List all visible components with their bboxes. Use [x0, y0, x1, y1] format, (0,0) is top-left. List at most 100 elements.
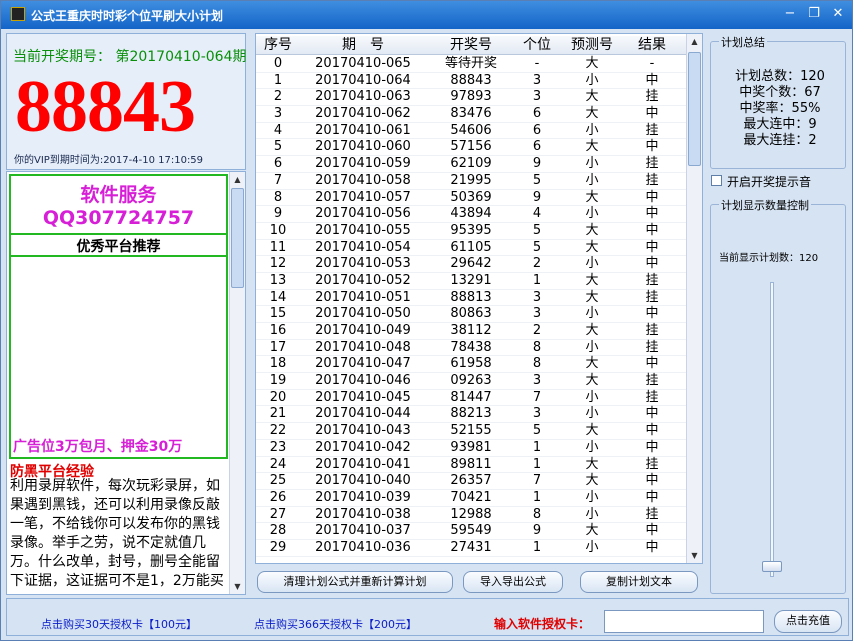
- table-row[interactable]: 0 20170410-065 等待开奖 - 大 -: [256, 56, 686, 73]
- cell-prediction: 小: [585, 206, 599, 222]
- table-row[interactable]: 18 20170410-047 61958 8 大 中: [256, 356, 686, 374]
- count-slider-thumb[interactable]: [762, 561, 782, 572]
- cell-prediction: 大: [585, 106, 599, 122]
- cell-prediction: 小: [585, 172, 599, 188]
- table-row[interactable]: 24 20170410-041 89811 1 大 挂: [256, 457, 686, 474]
- cell-unit: 3: [532, 373, 542, 389]
- table-row[interactable]: 10 20170410-055 95395 5 大 中: [256, 223, 686, 240]
- table-row[interactable]: 17 20170410-048 78438 8 小 挂: [256, 340, 686, 357]
- cell-issue: 20170410-060: [315, 139, 411, 155]
- table-row[interactable]: 1 20170410-064 88843 3 小 中: [256, 73, 686, 90]
- table-row[interactable]: 28 20170410-037 59549 9 大 中: [256, 523, 686, 540]
- col-header-index[interactable]: 序号: [256, 36, 300, 55]
- buy-30-day-link[interactable]: 点击购买30天授权卡【100元】: [41, 616, 197, 632]
- cell-unit: 7: [532, 473, 542, 489]
- cell-index: 19: [269, 373, 287, 389]
- cell-draw: 29642: [450, 256, 492, 272]
- minimize-button[interactable]: −: [781, 6, 799, 22]
- cell-index: 13: [269, 272, 287, 288]
- cell-draw: 21995: [450, 172, 492, 188]
- table-row[interactable]: 15 20170410-050 80863 3 小 中: [256, 306, 686, 323]
- cell-prediction: 大: [585, 239, 599, 255]
- table-scroll-thumb[interactable]: [688, 52, 701, 166]
- notify-checkbox[interactable]: [711, 175, 722, 186]
- copy-plan-button[interactable]: 复制计划文本: [580, 571, 698, 593]
- table-row[interactable]: 26 20170410-039 70421 1 小 中: [256, 490, 686, 507]
- cell-draw: 88843: [450, 72, 492, 88]
- restore-button[interactable]: ❐: [805, 6, 823, 22]
- summary-max-loss: 最大连挂：2: [743, 133, 817, 148]
- cell-index: 18: [269, 356, 287, 372]
- table-row[interactable]: 21 20170410-044 88213 3 小 中: [256, 406, 686, 424]
- cell-issue: 20170410-057: [315, 189, 411, 205]
- cell-issue: 20170410-045: [315, 389, 411, 405]
- table-row[interactable]: 11 20170410-054 61105 5 大 中: [256, 240, 686, 257]
- ad-price: 广告位3万包月、押金30万: [13, 439, 183, 455]
- table-row[interactable]: 9 20170410-056 43894 4 小 中: [256, 206, 686, 223]
- cell-unit: 9: [532, 189, 542, 205]
- table-row[interactable]: 23 20170410-042 93981 1 小 中: [256, 440, 686, 457]
- auth-card-input[interactable]: [604, 610, 764, 633]
- table-row[interactable]: 6 20170410-059 62109 9 小 挂: [256, 156, 686, 173]
- cell-result: 中: [645, 473, 659, 489]
- table-row[interactable]: 7 20170410-058 21995 5 小 挂: [256, 173, 686, 190]
- scroll-up-icon[interactable]: ▲: [230, 172, 245, 187]
- table-row[interactable]: 19 20170410-046 09263 3 大 挂: [256, 373, 686, 390]
- recharge-button[interactable]: 点击充值: [774, 610, 842, 633]
- table-scrollbar[interactable]: ▲ ▼: [686, 34, 702, 563]
- cell-prediction: 小: [585, 72, 599, 88]
- cell-index: 2: [273, 89, 283, 105]
- table-row[interactable]: 5 20170410-060 57156 6 大 中: [256, 139, 686, 157]
- cell-issue: 20170410-054: [315, 239, 411, 255]
- control-title: 计划显示数量控制: [719, 197, 811, 213]
- cell-unit: 5: [532, 222, 542, 238]
- close-button[interactable]: ✕: [829, 6, 847, 22]
- cell-prediction: 大: [585, 473, 599, 489]
- buy-366-day-link[interactable]: 点击购买366天授权卡【200元】: [254, 616, 417, 632]
- table-row[interactable]: 8 20170410-057 50369 9 大 中: [256, 190, 686, 207]
- cell-draw: 83476: [450, 106, 492, 122]
- col-header-unit[interactable]: 个位: [516, 36, 558, 55]
- cell-index: 12: [269, 256, 287, 272]
- table-row[interactable]: 16 20170410-049 38112 2 大 挂: [256, 323, 686, 340]
- table-row[interactable]: 4 20170410-061 54606 6 小 挂: [256, 123, 686, 140]
- cell-unit: 3: [532, 289, 542, 305]
- table-row[interactable]: 20 20170410-045 81447 7 小 挂: [256, 390, 686, 407]
- cell-result: 挂: [645, 89, 659, 105]
- cell-prediction: 大: [585, 189, 599, 205]
- table-row[interactable]: 3 20170410-062 83476 6 大 中: [256, 106, 686, 123]
- cell-prediction: 大: [585, 456, 599, 472]
- ad-scrollbar[interactable]: ▲ ▼: [229, 172, 245, 594]
- cell-prediction: 大: [585, 523, 599, 539]
- cell-unit: 8: [532, 506, 542, 522]
- table-row[interactable]: 13 20170410-052 13291 1 大 挂: [256, 273, 686, 290]
- table-row[interactable]: 25 20170410-040 26357 7 大 中: [256, 473, 686, 490]
- cell-draw: 13291: [450, 272, 492, 288]
- col-header-result[interactable]: 结果: [626, 36, 678, 55]
- draw-number: 88843: [15, 66, 196, 148]
- ad-scroll-thumb[interactable]: [231, 188, 244, 288]
- scroll-down-icon[interactable]: ▼: [230, 579, 245, 594]
- notify-label[interactable]: 开启开奖提示音: [727, 173, 811, 190]
- col-header-issue[interactable]: 期 号: [300, 36, 426, 55]
- count-slider-track[interactable]: [770, 282, 774, 577]
- table-row[interactable]: 12 20170410-053 29642 2 小 中: [256, 256, 686, 273]
- display-count-label: 当前显示计划数：120: [719, 253, 819, 264]
- clear-recalc-button[interactable]: 清理计划公式并重新计算计划: [257, 571, 453, 593]
- cell-index: 5: [273, 139, 283, 155]
- scroll-up-icon[interactable]: ▲: [687, 34, 702, 49]
- table-row[interactable]: 29 20170410-036 27431 1 小 中: [256, 540, 686, 557]
- cell-result: 中: [645, 539, 659, 555]
- table-row[interactable]: 14 20170410-051 88813 3 大 挂: [256, 290, 686, 307]
- cell-result: 中: [645, 356, 659, 372]
- table-row[interactable]: 2 20170410-063 97893 3 大 挂: [256, 89, 686, 107]
- col-header-prediction[interactable]: 预测号: [558, 36, 626, 55]
- table-row[interactable]: 27 20170410-038 12988 8 小 挂: [256, 507, 686, 524]
- col-header-draw[interactable]: 开奖号: [426, 36, 516, 55]
- import-export-button[interactable]: 导入导出公式: [463, 571, 563, 593]
- scroll-down-icon[interactable]: ▼: [687, 548, 702, 563]
- cell-index: 23: [269, 439, 287, 455]
- cell-unit: 5: [532, 239, 542, 255]
- table-row[interactable]: 22 20170410-043 52155 5 大 中: [256, 423, 686, 440]
- cell-index: 11: [269, 239, 287, 255]
